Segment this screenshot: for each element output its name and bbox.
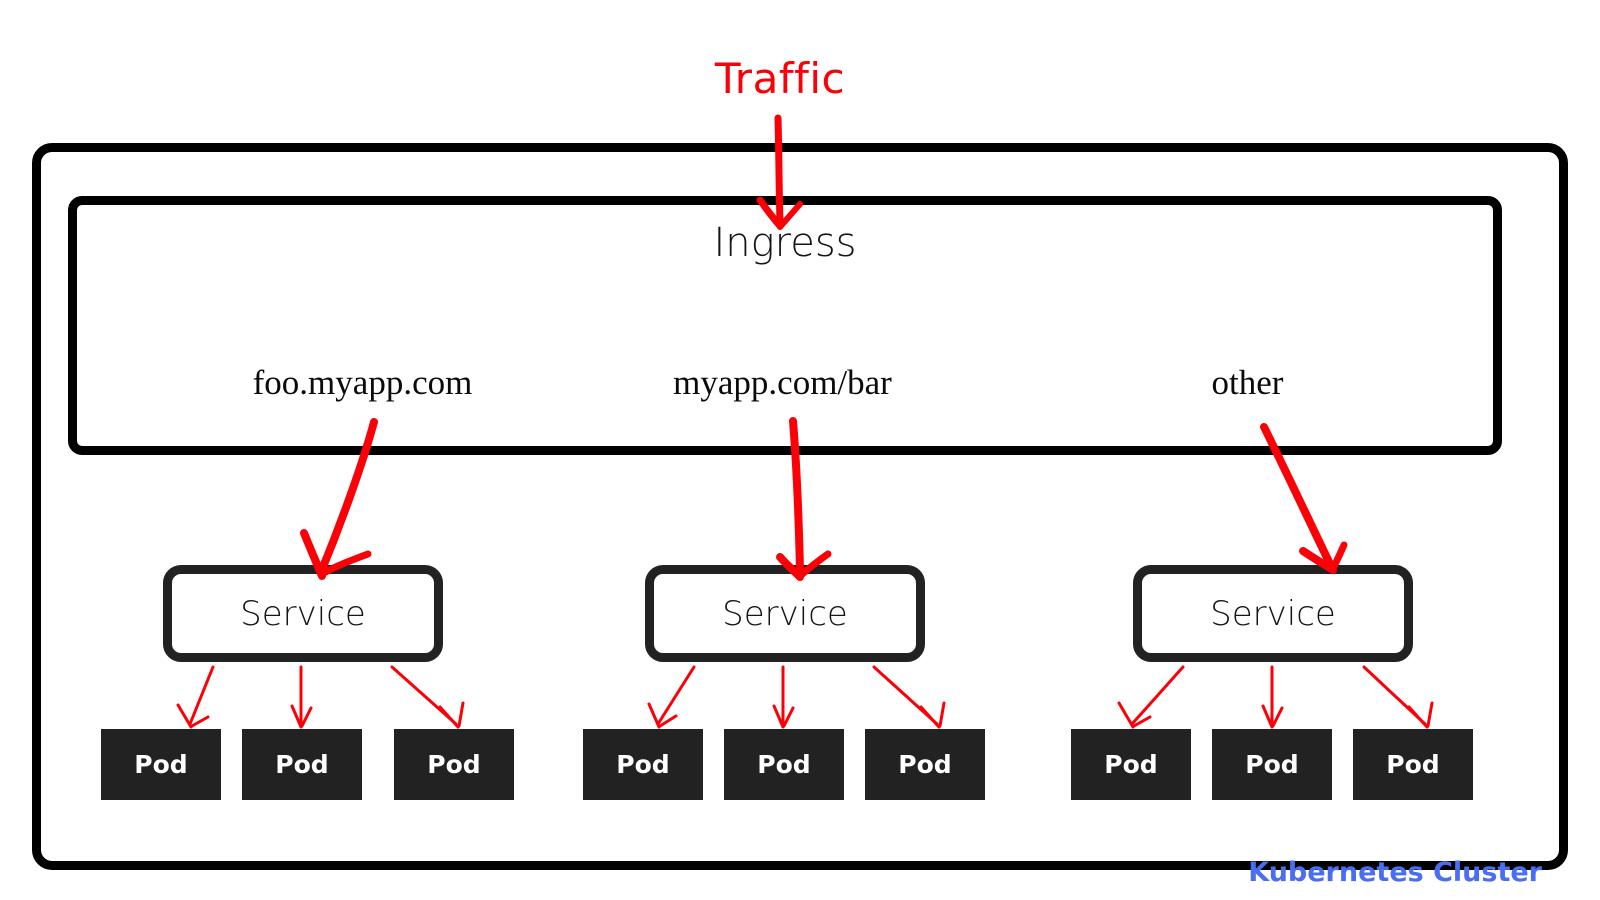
traffic-label: Traffic xyxy=(714,54,846,103)
pod-label: Pod xyxy=(1386,750,1440,779)
pod-box: Pod xyxy=(394,729,514,800)
service-box-3: Service xyxy=(1133,565,1413,662)
pod-label: Pod xyxy=(616,750,670,779)
pod-box: Pod xyxy=(242,729,362,800)
pod-label: Pod xyxy=(134,750,188,779)
pod-label: Pod xyxy=(898,750,952,779)
kubernetes-cluster-label: Kubernetes Cluster xyxy=(1248,857,1542,888)
service-label: Service xyxy=(1210,593,1336,634)
ingress-box: Ingress xyxy=(68,196,1502,455)
diagram-canvas: Traffic Ingress foo.myapp.com myapp.com/… xyxy=(0,0,1600,900)
pod-label: Pod xyxy=(757,750,811,779)
route-label-host-foo: foo.myapp.com xyxy=(252,363,473,402)
pod-label: Pod xyxy=(1245,750,1299,779)
pod-box: Pod xyxy=(1212,729,1332,800)
pod-box: Pod xyxy=(865,729,985,800)
service-label: Service xyxy=(722,593,848,634)
pod-box: Pod xyxy=(101,729,221,800)
pod-label: Pod xyxy=(275,750,329,779)
pod-box: Pod xyxy=(583,729,703,800)
pod-label: Pod xyxy=(427,750,481,779)
route-label-path-bar: myapp.com/bar xyxy=(673,363,892,402)
pod-box: Pod xyxy=(724,729,844,800)
service-label: Service xyxy=(240,593,366,634)
service-box-2: Service xyxy=(645,565,925,662)
service-box-1: Service xyxy=(163,565,443,662)
pod-box: Pod xyxy=(1071,729,1191,800)
ingress-title: Ingress xyxy=(713,220,857,266)
pod-label: Pod xyxy=(1104,750,1158,779)
pod-box: Pod xyxy=(1353,729,1473,800)
route-label-other: other xyxy=(1211,363,1284,402)
